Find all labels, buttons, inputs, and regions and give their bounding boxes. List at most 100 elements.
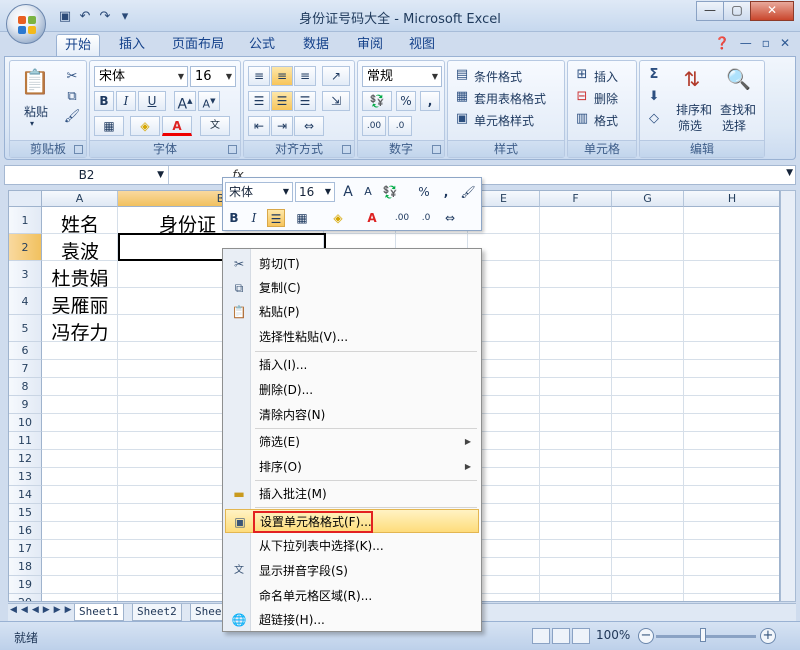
column-header-g[interactable]: G xyxy=(612,191,684,207)
autosum-icon[interactable]: Σ xyxy=(644,65,664,85)
cell-a1[interactable]: 姓名 xyxy=(42,210,118,237)
row-header[interactable]: 20 xyxy=(9,594,42,601)
row-header[interactable]: 1 xyxy=(9,207,42,234)
wrap-text-icon[interactable]: ⇲ xyxy=(322,91,350,111)
decrease-indent-icon[interactable]: ⇤ xyxy=(248,116,270,136)
column-header-h[interactable]: H xyxy=(684,191,779,207)
menu-item-define-name[interactable]: 命名单元格区域(R)... xyxy=(225,584,479,608)
italic-button[interactable]: I xyxy=(116,91,136,111)
minimize-button[interactable]: — xyxy=(696,1,724,21)
cell-a4[interactable]: 吴雁丽 xyxy=(42,291,118,318)
zoom-level[interactable]: 100% xyxy=(596,628,630,642)
tab-page-layout[interactable]: 页面布局 xyxy=(166,34,230,56)
copy-icon[interactable]: ⧉ xyxy=(62,87,82,107)
row-header[interactable]: 7 xyxy=(9,360,42,378)
mini-percent-button[interactable]: % xyxy=(415,183,433,201)
help-icon[interactable]: ❓ xyxy=(715,36,730,50)
mini-decrease-decimal-icon[interactable]: .0 xyxy=(417,209,435,227)
find-select-button[interactable]: 查找和 xyxy=(720,101,756,118)
mini-bold-button[interactable]: B xyxy=(225,209,243,227)
row-header[interactable]: 15 xyxy=(9,504,42,522)
zoom-slider[interactable] xyxy=(656,635,756,638)
paste-dropdown-icon[interactable]: ▾ xyxy=(30,119,34,128)
menu-item-sort[interactable]: 排序(O) ▶ xyxy=(225,455,479,479)
merge-center-icon[interactable]: ⇔ xyxy=(294,116,324,136)
row-header[interactable]: 11 xyxy=(9,432,42,450)
sort-filter-button[interactable]: 排序和 xyxy=(676,101,712,118)
page-layout-view-icon[interactable] xyxy=(552,628,570,644)
row-header[interactable]: 13 xyxy=(9,468,42,486)
borders-icon[interactable]: ▦ xyxy=(94,116,124,136)
fill-color-icon[interactable]: ◈ xyxy=(130,116,160,136)
row-header[interactable]: 5 xyxy=(9,315,42,342)
tab-insert[interactable]: 插入 xyxy=(112,34,152,56)
tab-review[interactable]: 审阅 xyxy=(350,34,390,56)
number-format-combo[interactable]: 常规 ▼ xyxy=(362,66,442,87)
align-middle-icon[interactable]: ≡ xyxy=(271,66,293,86)
accounting-format-icon[interactable]: 💱 xyxy=(362,91,392,111)
mini-comma-button[interactable]: , xyxy=(437,183,455,201)
zoom-in-icon[interactable]: + xyxy=(760,628,776,644)
menu-item-paste[interactable]: 📋 粘贴(P) xyxy=(225,300,479,324)
decrease-font-icon[interactable]: A▼ xyxy=(198,91,220,111)
sheet-tab-2[interactable]: Sheet2 xyxy=(132,604,182,621)
row-header[interactable]: 6 xyxy=(9,342,42,360)
mini-font-color-icon[interactable]: A xyxy=(363,209,381,227)
increase-indent-icon[interactable]: ⇥ xyxy=(271,116,293,136)
format-painter-icon[interactable]: 🖌 xyxy=(62,107,82,127)
column-header-a[interactable]: A xyxy=(42,191,118,207)
expand-formula-icon[interactable]: ▼ xyxy=(786,168,793,178)
row-header[interactable]: 19 xyxy=(9,576,42,594)
fill-icon[interactable]: ⬇ xyxy=(644,87,664,107)
row-header[interactable]: 12 xyxy=(9,450,42,468)
align-top-icon[interactable]: ≡ xyxy=(248,66,270,86)
align-right-icon[interactable]: ☰ xyxy=(294,91,316,111)
close-button[interactable]: ✕ xyxy=(750,1,794,21)
font-size-combo[interactable]: 16 ▼ xyxy=(190,66,236,87)
menu-item-paste-special[interactable]: 选择性粘贴(V)... xyxy=(225,325,479,349)
font-name-combo[interactable]: 宋体 ▼ xyxy=(94,66,188,87)
cell-a5[interactable]: 冯存力 xyxy=(42,318,118,345)
mini-center-icon[interactable]: ☰ xyxy=(267,209,285,227)
maximize-button[interactable]: ▢ xyxy=(723,1,751,21)
font-launcher-icon[interactable] xyxy=(228,145,237,154)
select-all-corner[interactable] xyxy=(9,191,42,207)
row-header[interactable]: 4 xyxy=(9,288,42,315)
font-color-icon[interactable]: A xyxy=(162,116,192,136)
increase-font-icon[interactable]: A▲ xyxy=(174,91,196,113)
ribbon-close-icon[interactable]: ✕ xyxy=(780,36,790,50)
mini-size-combo[interactable]: 16 ▼ xyxy=(295,182,335,202)
conditional-format-button[interactable]: 条件格式 xyxy=(474,68,522,85)
row-header[interactable]: 3 xyxy=(9,261,42,288)
align-center-icon[interactable]: ☰ xyxy=(271,91,293,111)
increase-decimal-icon[interactable]: .00 xyxy=(362,116,386,136)
alignment-launcher-icon[interactable] xyxy=(342,145,351,154)
menu-item-copy[interactable]: ⧉ 复制(C) xyxy=(225,276,479,300)
menu-item-filter[interactable]: 筛选(E) ▶ xyxy=(225,430,479,454)
format-button[interactable]: 格式 xyxy=(594,112,618,129)
menu-item-hyperlink[interactable]: 🌐 超链接(H)... xyxy=(225,608,479,632)
row-header[interactable]: 9 xyxy=(9,396,42,414)
mini-borders-icon[interactable]: ▦ xyxy=(293,209,311,227)
menu-item-pick-from-list[interactable]: 从下拉列表中选择(K)... xyxy=(225,534,479,558)
delete-cells-button[interactable]: 删除 xyxy=(594,90,618,107)
menu-item-clear-contents[interactable]: 清除内容(N) xyxy=(225,403,479,427)
underline-button[interactable]: U xyxy=(138,91,166,111)
mini-fill-color-icon[interactable]: ◈ xyxy=(329,209,347,227)
comma-button[interactable]: , xyxy=(420,91,440,111)
vertical-scrollbar[interactable] xyxy=(780,190,796,602)
mini-increase-decimal-icon[interactable]: .00 xyxy=(393,209,411,227)
mini-decrease-font-icon[interactable]: A xyxy=(359,183,377,201)
office-button[interactable] xyxy=(6,4,46,44)
row-header[interactable]: 10 xyxy=(9,414,42,432)
align-bottom-icon[interactable]: ≡ xyxy=(294,66,316,86)
menu-item-phonetic[interactable]: 文 显示拼音字段(S) xyxy=(225,559,479,583)
sheet-nav-arrows-icon[interactable]: ◀◀◀▶▶▶ xyxy=(10,605,76,615)
column-header-f[interactable]: F xyxy=(540,191,612,207)
row-header[interactable]: 2 xyxy=(9,234,42,261)
row-header[interactable]: 8 xyxy=(9,378,42,396)
ribbon-restore-icon[interactable]: ▫ xyxy=(762,36,770,50)
cut-icon[interactable]: ✂ xyxy=(62,67,82,87)
menu-item-insert[interactable]: 插入(I)... xyxy=(225,353,479,377)
zoom-slider-thumb[interactable] xyxy=(700,628,706,642)
